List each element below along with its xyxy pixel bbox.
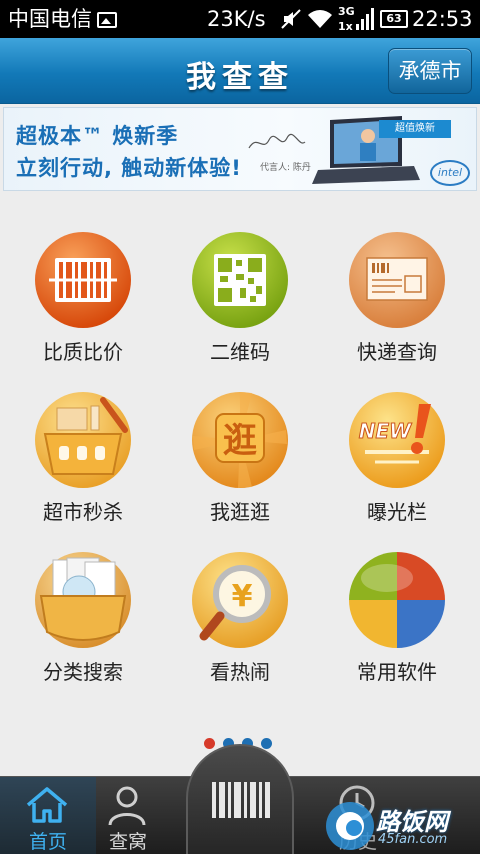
grid-item-browse[interactable]: 逛 我逛逛 bbox=[165, 390, 315, 540]
grid-label: 超市秒杀 bbox=[43, 500, 123, 524]
watermark-logo bbox=[326, 802, 374, 850]
banner-subline: 立刻行动, 触动新体验! bbox=[16, 156, 242, 180]
promo-banner[interactable]: 超极本™ 焕新季 立刻行动, 触动新体验! 代言人: 陈丹 超值焕新 intel bbox=[3, 107, 477, 191]
svg-text:3G: 3G bbox=[338, 5, 355, 18]
qrcode-icon bbox=[192, 232, 288, 328]
home-icon bbox=[26, 787, 68, 823]
grid-label: 看热闹 bbox=[210, 660, 270, 684]
page-dot bbox=[261, 738, 272, 749]
scan-barcode-button[interactable] bbox=[186, 744, 294, 854]
grid-item-trending[interactable]: ¥ 看热闹 bbox=[165, 550, 315, 700]
intel-logo: intel bbox=[430, 160, 470, 186]
barcode-icon bbox=[35, 232, 131, 328]
watermark: 路饭网 45fan.com bbox=[318, 796, 480, 854]
category-folder-icon bbox=[35, 552, 131, 648]
barcode-scan-icon bbox=[212, 782, 270, 818]
money-magnifier-icon: ¥ bbox=[192, 552, 288, 648]
banner-tag: 超值焕新 bbox=[379, 120, 451, 138]
network-speed: 23K/s bbox=[207, 7, 266, 31]
carrier-name: 中国电信 bbox=[8, 7, 92, 31]
grid-item-common-apps[interactable]: 常用软件 bbox=[322, 550, 472, 700]
new-exposure-icon: NEW bbox=[349, 392, 445, 488]
tab-label: 查窝 bbox=[108, 831, 147, 853]
grid-item-qrcode[interactable]: 二维码 bbox=[165, 230, 315, 380]
grid-label: 分类搜索 bbox=[43, 660, 123, 684]
user-icon bbox=[108, 786, 146, 826]
signature-icon bbox=[248, 133, 306, 149]
watermark-url: 45fan.com bbox=[378, 832, 448, 847]
clock: 22:53 bbox=[412, 7, 473, 31]
grid-label: 比质比价 bbox=[43, 340, 123, 364]
shopping-basket-icon bbox=[35, 392, 131, 488]
grid-label: 二维码 bbox=[210, 340, 270, 364]
browse-icon: 逛 bbox=[192, 392, 288, 488]
grid-item-compare[interactable]: 比质比价 bbox=[8, 230, 158, 380]
apps-pie-icon bbox=[349, 552, 445, 648]
new-glyph: NEW bbox=[359, 419, 412, 443]
app-header: 我查查 承德市 bbox=[0, 38, 480, 104]
grid-label: 我逛逛 bbox=[210, 500, 270, 524]
grid-item-express[interactable]: 快递查询 bbox=[322, 230, 472, 380]
browse-glyph: 逛 bbox=[223, 421, 257, 461]
svg-text:1x: 1x bbox=[338, 20, 353, 33]
page-dot-active bbox=[204, 738, 215, 749]
status-bar: 中国电信 23K/s 3G 1x 63 22:53 bbox=[0, 0, 480, 38]
grid-item-category-search[interactable]: 分类搜索 bbox=[8, 550, 158, 700]
battery-indicator: 63 bbox=[380, 10, 408, 28]
grid-label: 常用软件 bbox=[357, 660, 437, 684]
grid-label: 快递查询 bbox=[357, 340, 437, 364]
tab-chawo[interactable]: 查窝 bbox=[80, 777, 176, 854]
grid-label: 曝光栏 bbox=[367, 500, 427, 524]
image-notification-icon bbox=[97, 12, 117, 28]
svg-text:¥: ¥ bbox=[232, 579, 253, 614]
banner-headline: 超极本™ 焕新季 bbox=[16, 124, 179, 148]
express-package-icon bbox=[349, 232, 445, 328]
grid-item-exposure[interactable]: NEW 曝光栏 bbox=[322, 390, 472, 540]
mute-icon bbox=[281, 9, 301, 29]
wifi-icon bbox=[308, 10, 332, 28]
city-selector-button[interactable]: 承德市 bbox=[388, 48, 472, 94]
signal-3g-icon: 3G 1x bbox=[338, 5, 374, 33]
banner-spokesperson: 代言人: 陈丹 bbox=[260, 163, 311, 173]
grid-item-flash-sale[interactable]: 超市秒杀 bbox=[8, 390, 158, 540]
